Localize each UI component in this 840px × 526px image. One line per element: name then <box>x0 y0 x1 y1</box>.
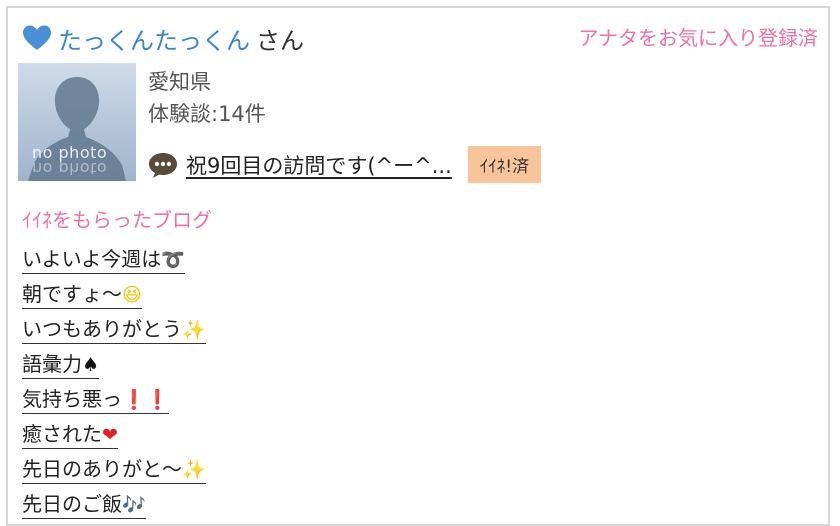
blog-title: 先日のありがと〜 <box>22 457 182 481</box>
like-status-badge: ｲｲﾈ!済 <box>467 146 542 183</box>
blog-link-5[interactable]: 気持ち悪っ❗❗ <box>22 387 170 414</box>
prefecture-label: 愛知県 <box>148 70 211 94</box>
exclamation-icon: ❗❗ <box>122 389 170 411</box>
blog-link-1[interactable]: いよいよ今週は➰ <box>22 247 185 274</box>
blog-list: いよいよ今週は➰ 朝ですょ〜😆 いつもありがとう✨ 語彙力♠ 気持ち悪っ❗❗ 癒… <box>22 243 206 523</box>
red-heart-icon: ❤ <box>102 424 118 446</box>
blog-title: 気持ち悪っ <box>22 387 122 411</box>
laughing-face-icon: 😆 <box>122 284 142 306</box>
curly-loop-icon: ➰ <box>161 249 185 271</box>
list-item: 癒された❤ <box>22 418 206 453</box>
blog-title: 癒された <box>22 422 102 446</box>
liked-blogs-title: ｲｲﾈをもらったブログ <box>22 208 212 232</box>
visit-message-link[interactable]: 祝9回目の訪問です(^ー^... <box>186 150 452 180</box>
list-item: 先日のありがと〜✨ <box>22 453 206 488</box>
blog-link-7[interactable]: 先日のありがと〜✨ <box>22 457 206 484</box>
list-item: 先日のご飯🎶 <box>22 488 206 523</box>
card-header: たっくんたっくん さん <box>22 20 304 56</box>
speech-bubble-icon <box>148 151 178 179</box>
spade-icon: ♠ <box>82 354 100 376</box>
blog-title: 語彙力 <box>22 352 82 376</box>
experience-count-label: 体験談:14件 <box>148 102 266 126</box>
honorific-label: さん <box>256 26 304 55</box>
heart-icon <box>22 24 52 52</box>
list-item: いよいよ今週は➰ <box>22 243 206 278</box>
profile-info: 愛知県 体験談:14件 <box>148 66 266 130</box>
avatar[interactable]: no photo no photo <box>18 63 136 181</box>
list-item: いつもありがとう✨ <box>22 313 206 348</box>
user-name-link[interactable]: たっくんたっくん <box>58 21 250 56</box>
blog-title: いつもありがとう <box>22 317 182 341</box>
blog-title: いよいよ今週は <box>22 247 162 271</box>
user-card: たっくんたっくん さん アナタをお気に入り登録済 no photo no phot… <box>6 6 830 526</box>
blog-link-6[interactable]: 癒された❤ <box>22 422 118 449</box>
blog-title: 先日のご飯 <box>22 492 122 516</box>
message-row: 祝9回目の訪問です(^ー^... ｲｲﾈ!済 <box>148 146 542 183</box>
blog-link-3[interactable]: いつもありがとう✨ <box>22 317 206 344</box>
blog-link-4[interactable]: 語彙力♠ <box>22 352 100 379</box>
sparkles-icon: ✨ <box>182 459 206 481</box>
sparkles-icon: ✨ <box>182 319 206 341</box>
blog-link-8[interactable]: 先日のご飯🎶 <box>22 492 146 519</box>
list-item: 気持ち悪っ❗❗ <box>22 383 206 418</box>
no-photo-reflection: no photo <box>32 159 108 178</box>
blog-link-2[interactable]: 朝ですょ〜😆 <box>22 282 142 309</box>
list-item: 朝ですょ〜😆 <box>22 278 206 313</box>
blog-title: 朝ですょ〜 <box>22 282 122 306</box>
list-item: 語彙力♠ <box>22 348 206 383</box>
favorite-status-label: アナタをお気に入り登録済 <box>578 26 818 50</box>
music-notes-icon: 🎶 <box>122 494 146 516</box>
